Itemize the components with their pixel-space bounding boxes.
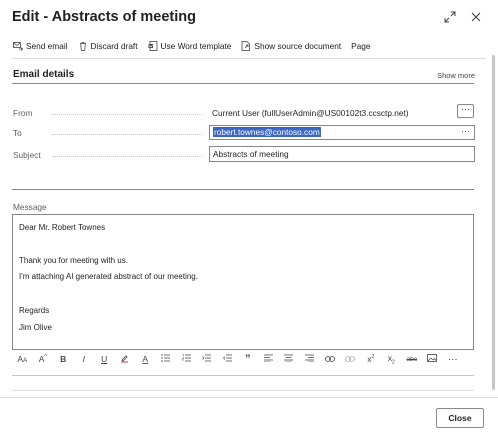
- highlight-icon[interactable]: [115, 354, 136, 365]
- align-left-icon[interactable]: [258, 354, 279, 364]
- divider: [12, 375, 474, 376]
- strikethrough-button[interactable]: abc: [402, 356, 423, 363]
- close-button[interactable]: Close: [436, 408, 484, 428]
- from-label: From: [13, 108, 33, 118]
- trash-icon: [79, 42, 86, 51]
- outdent-icon[interactable]: [217, 354, 238, 364]
- dialog-title: Edit - Abstracts of meeting: [12, 9, 196, 25]
- from-more-button[interactable]: ···: [457, 104, 474, 118]
- grow-font-button[interactable]: A^: [33, 354, 54, 364]
- use-word-template-label: Use Word template: [160, 41, 232, 51]
- font-color-button[interactable]: A: [135, 354, 156, 364]
- scrollbar[interactable]: [492, 55, 495, 390]
- page-button[interactable]: Page: [351, 41, 370, 51]
- font-size-small-glyph: A: [23, 358, 28, 364]
- quote-button[interactable]: ”: [238, 353, 259, 365]
- page-label: Page: [351, 41, 371, 51]
- image-icon[interactable]: [422, 354, 443, 364]
- show-source-document-label: Show source document: [254, 41, 342, 51]
- bullet-list-icon[interactable]: [156, 354, 177, 364]
- expand-icon[interactable]: [444, 10, 456, 23]
- to-field[interactable]: robert.townes@contoso.com ···: [209, 125, 475, 140]
- from-value: Current User (fullUserAdmin@US00102t3.cc…: [212, 108, 409, 118]
- open-document-icon: [242, 41, 251, 51]
- send-mail-icon: [13, 42, 23, 51]
- link-icon[interactable]: [320, 354, 341, 364]
- command-bar: Send email Discard draft Use Word templa…: [13, 38, 381, 54]
- more-format-button[interactable]: ···: [443, 354, 464, 365]
- indent-icon[interactable]: [197, 354, 218, 364]
- font-size-button[interactable]: AA: [12, 354, 33, 364]
- message-line: Thank you for meeting with us.: [19, 256, 128, 265]
- show-more-link[interactable]: Show more: [437, 71, 475, 80]
- section-title: Email details: [13, 69, 75, 80]
- unlink-icon[interactable]: [340, 354, 361, 364]
- subscript-button[interactable]: x2: [381, 353, 402, 366]
- word-doc-icon: [148, 41, 157, 51]
- section-divider: [12, 83, 474, 84]
- message-line: Dear Mr. Robert Townes: [19, 223, 106, 232]
- format-toolbar: AA A^ B I U A ” x2 x2 abc ···: [12, 352, 463, 366]
- superscript-button[interactable]: x2: [361, 354, 382, 364]
- close-icon[interactable]: [470, 10, 482, 22]
- message-label: Message: [13, 202, 47, 212]
- bold-button[interactable]: B: [53, 354, 74, 364]
- subject-field[interactable]: Abstracts of meeting: [209, 146, 475, 162]
- divider: [12, 58, 486, 59]
- align-center-icon[interactable]: [279, 354, 300, 364]
- window-controls: [444, 10, 482, 23]
- show-source-document-button[interactable]: Show source document: [241, 41, 341, 51]
- numbered-list-icon[interactable]: [176, 354, 197, 364]
- leader-dots: [52, 134, 202, 136]
- to-value: robert.townes@contoso.com: [213, 127, 321, 137]
- subject-label: Subject: [13, 150, 41, 160]
- align-right-icon[interactable]: [299, 354, 320, 364]
- italic-button[interactable]: I: [74, 354, 95, 364]
- use-word-template-button[interactable]: Use Word template: [148, 41, 232, 51]
- message-editor[interactable]: Dear Mr. Robert Townes Thank you for mee…: [12, 214, 474, 350]
- leader-dots: [52, 156, 202, 158]
- footer-divider: [0, 397, 498, 398]
- discard-draft-label: Discard draft: [90, 41, 138, 51]
- message-line: Regards: [19, 306, 50, 315]
- to-more-button[interactable]: ···: [461, 125, 470, 138]
- underline-button[interactable]: U: [94, 354, 115, 364]
- message-line: I'm attaching AI generated abstract of o…: [19, 272, 198, 281]
- discard-draft-button[interactable]: Discard draft: [78, 41, 138, 51]
- to-label: To: [13, 128, 22, 138]
- message-line: Jim Olive: [19, 323, 52, 332]
- divider: [12, 390, 474, 391]
- send-email-label: Send email: [26, 41, 68, 51]
- send-email-button[interactable]: Send email: [13, 41, 68, 51]
- divider: [12, 189, 474, 190]
- leader-dots: [52, 114, 202, 116]
